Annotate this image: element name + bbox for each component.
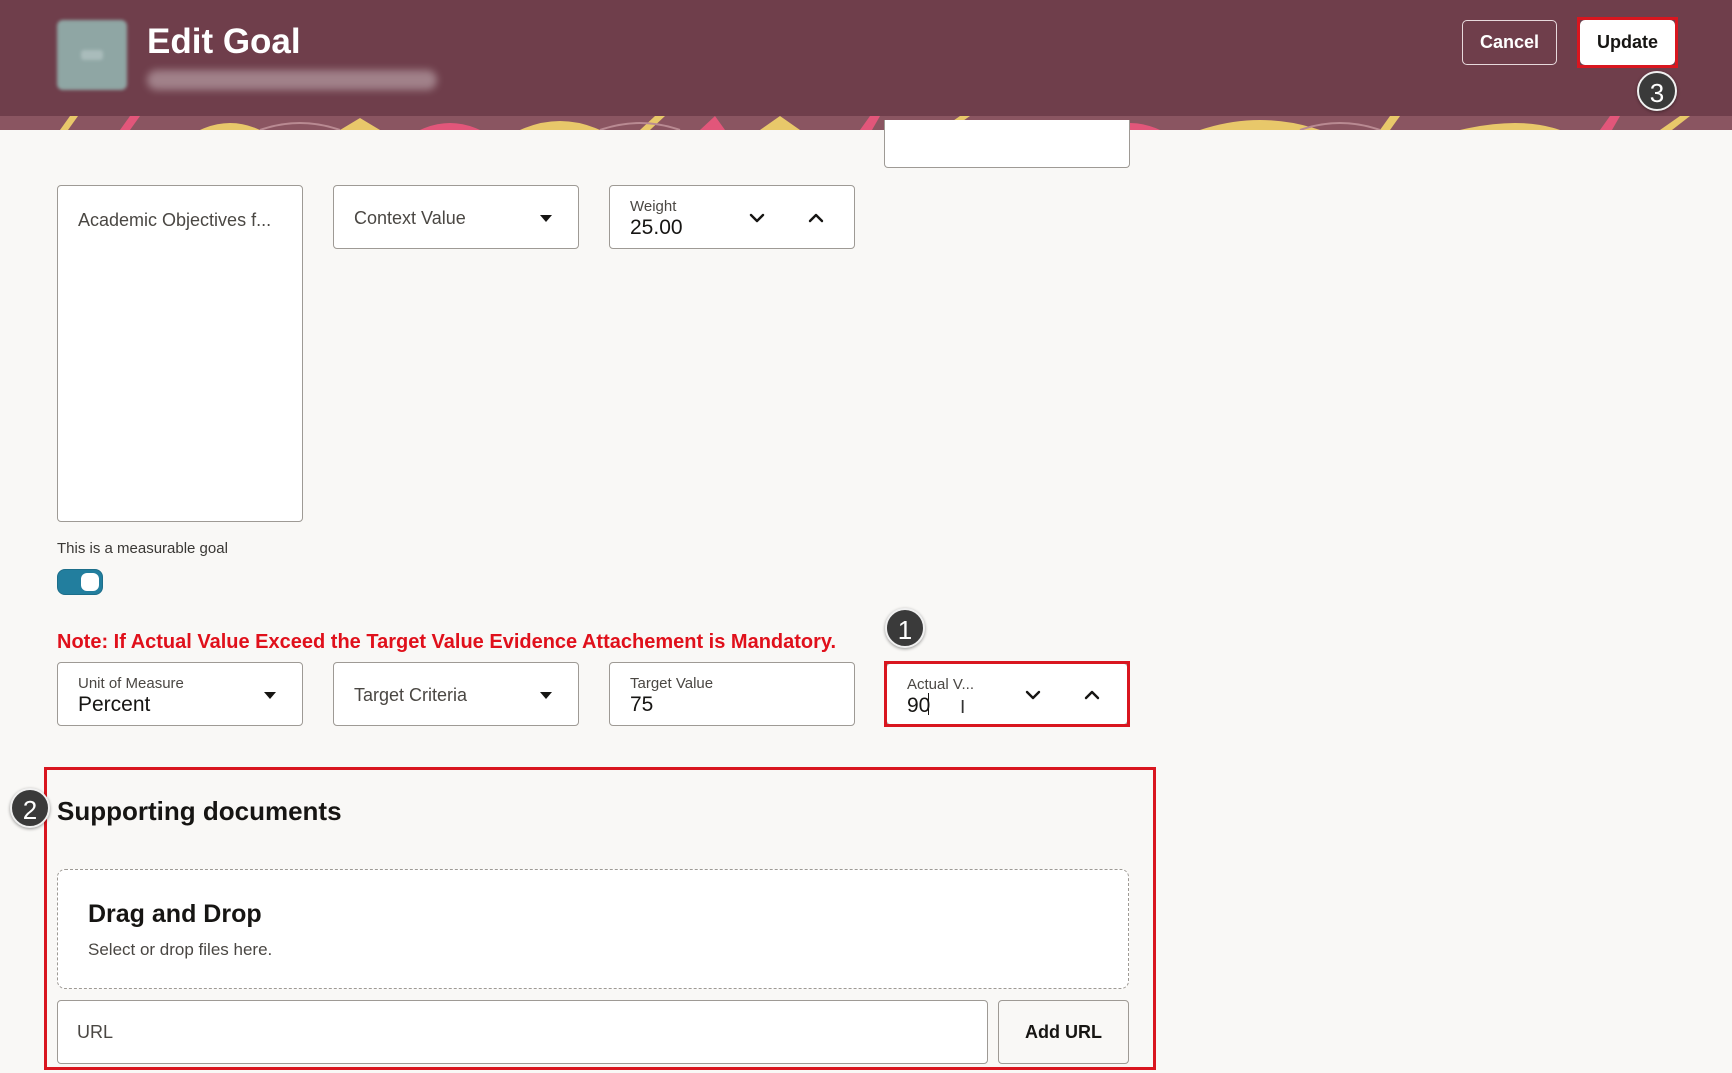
target-criteria-select[interactable]: Target Criteria bbox=[333, 662, 579, 726]
caret-down-icon bbox=[540, 215, 552, 222]
chevron-down-icon[interactable] bbox=[745, 206, 769, 230]
mandatory-evidence-note: Note: If Actual Value Exceed the Target … bbox=[57, 631, 837, 653]
dropzone-title: Drag and Drop bbox=[88, 900, 262, 928]
toggle-knob bbox=[81, 573, 99, 591]
measurable-goal-label: This is a measurable goal bbox=[57, 540, 228, 557]
text-caret bbox=[928, 693, 929, 715]
target-value-field[interactable]: Target Value 75 bbox=[609, 662, 855, 726]
header-decorative-band bbox=[0, 116, 1732, 130]
weight-number-field[interactable]: Weight 25.00 bbox=[609, 185, 855, 249]
chevron-down-icon[interactable] bbox=[1021, 683, 1045, 707]
caret-down-icon bbox=[540, 692, 552, 699]
caret-down-icon bbox=[264, 692, 276, 699]
step-marker-2: 2 bbox=[10, 788, 50, 828]
cancel-button[interactable]: Cancel bbox=[1462, 20, 1557, 65]
page-subtitle-blurred bbox=[147, 70, 437, 90]
add-url-button[interactable]: Add URL bbox=[998, 1000, 1129, 1064]
target-criteria-placeholder: Target Criteria bbox=[354, 685, 468, 705]
page-header: Edit Goal Cancel Update bbox=[0, 0, 1732, 116]
dropzone-subtitle: Select or drop files here. bbox=[88, 940, 273, 959]
ibeam-cursor-icon: I bbox=[960, 697, 966, 718]
actual-value-label: Actual V... bbox=[907, 676, 974, 693]
chevron-up-icon[interactable] bbox=[804, 206, 828, 230]
chevron-up-icon[interactable] bbox=[1080, 683, 1104, 707]
goal-name-value: Academic Objectives f... bbox=[78, 210, 272, 230]
file-dropzone[interactable]: Drag and Drop Select or drop files here. bbox=[57, 869, 1129, 989]
url-input[interactable] bbox=[77, 1017, 957, 1047]
partial-field-above[interactable] bbox=[884, 120, 1130, 168]
update-button[interactable]: Update bbox=[1580, 20, 1675, 65]
url-field[interactable] bbox=[57, 1000, 988, 1064]
unit-of-measure-select[interactable]: Unit of Measure Percent bbox=[57, 662, 303, 726]
goal-avatar bbox=[57, 20, 127, 90]
page-title: Edit Goal bbox=[147, 22, 301, 61]
step-marker-1: 1 bbox=[885, 608, 925, 648]
actual-value-number-field[interactable]: Actual V... 90 bbox=[886, 663, 1128, 725]
measurable-goal-toggle[interactable] bbox=[57, 569, 103, 595]
uom-value: Percent bbox=[78, 693, 151, 716]
context-value-placeholder: Context Value bbox=[354, 208, 466, 228]
uom-label: Unit of Measure bbox=[78, 675, 184, 692]
actual-value: 90 bbox=[907, 694, 931, 717]
weight-value: 25.00 bbox=[630, 216, 683, 239]
target-value-label: Target Value bbox=[630, 675, 714, 692]
context-value-select[interactable]: Context Value bbox=[333, 185, 579, 249]
step-marker-3: 3 bbox=[1637, 71, 1677, 111]
goal-name-field[interactable]: Academic Objectives f... bbox=[57, 185, 303, 522]
weight-label: Weight bbox=[630, 198, 677, 215]
supporting-documents-title: Supporting documents bbox=[57, 796, 342, 826]
target-value: 75 bbox=[630, 693, 654, 716]
